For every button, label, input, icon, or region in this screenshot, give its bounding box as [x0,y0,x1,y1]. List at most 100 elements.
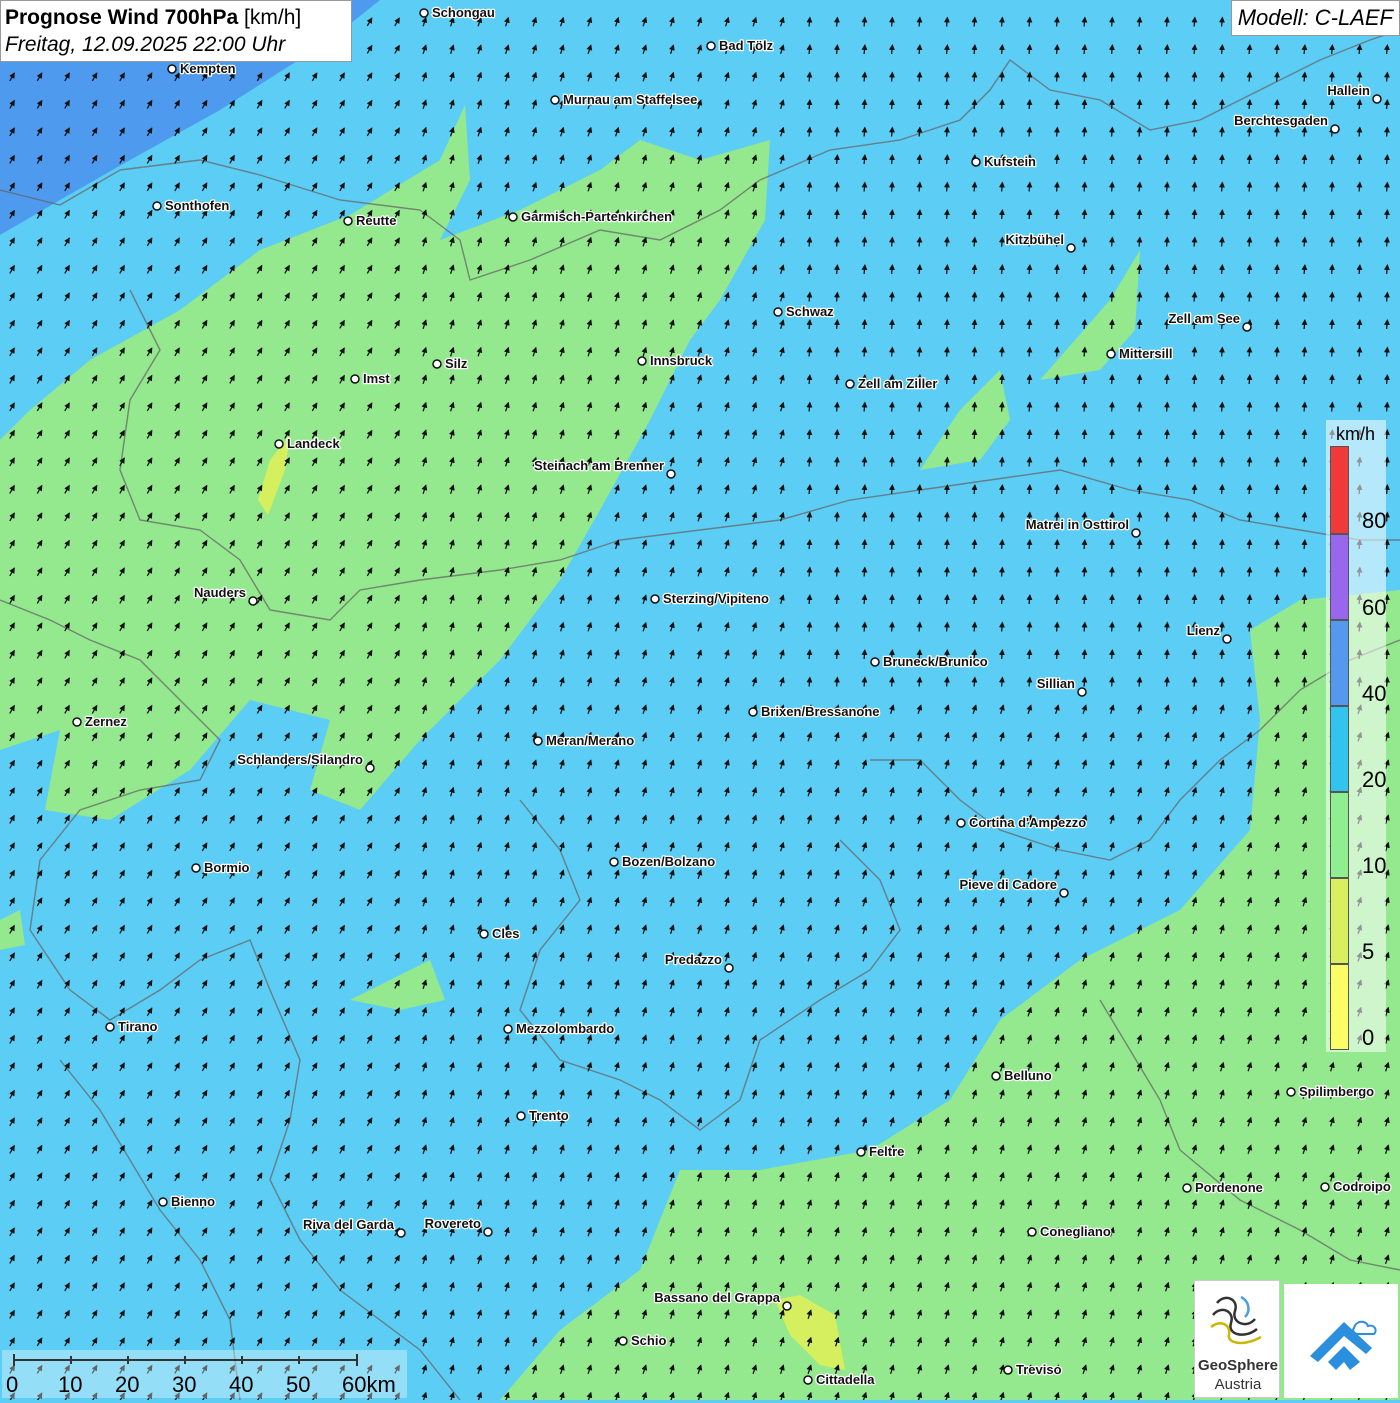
wind-arrow [833,539,840,550]
wind-arrow [916,154,923,165]
app-logo[interactable] [1284,1284,1398,1398]
city-dot [1330,124,1340,134]
wind-arrow [1026,126,1033,137]
wind-arrow [861,291,868,302]
wind-arrow [1191,71,1198,82]
city-dot [158,1197,168,1207]
wind-arrow [916,594,923,605]
wind-arrow [1218,346,1225,357]
wind-arrow [1026,71,1033,82]
wind-arrow [1053,346,1060,357]
wind-arrow [1273,181,1280,192]
wind-arrow [1136,401,1143,412]
wind-arrow [806,44,813,55]
city-label: Reutte [356,213,396,228]
wind-arrow [1383,209,1390,220]
wind-arrow [1273,401,1280,412]
wind-arrow [1081,594,1088,605]
wind-arrow [806,539,813,550]
city-dot [1106,349,1116,359]
wind-arrow [971,16,978,27]
wind-arrow [1301,594,1308,605]
wind-arrow [943,456,950,467]
wind-arrow [861,429,868,440]
scale-label: 10 [58,1372,83,1397]
legend-label: 20 [1362,767,1387,792]
wind-arrow [806,71,813,82]
wind-arrow [1246,676,1253,687]
wind-arrow [916,181,923,192]
wind-arrow [1218,126,1225,137]
wind-arrow [1026,676,1033,687]
wind-arrow [1301,649,1308,660]
wind-arrow [1081,71,1088,82]
wind-arrow [1026,209,1033,220]
wind-arrow [1163,676,1170,687]
wind-arrow [971,181,978,192]
wind-arrow [1053,566,1060,577]
wind-arrow [888,16,895,27]
wind-arrow [943,429,950,440]
wind-arrow [888,456,895,467]
wind-arrow [1053,374,1060,385]
wind-arrow [833,346,840,357]
wind-arrow [971,44,978,55]
wind-arrow [888,264,895,275]
wind-arrow [1163,594,1170,605]
wind-arrow [1136,126,1143,137]
wind-arrow [1081,319,1088,330]
wind-arrow [833,44,840,55]
wind-arrow [971,621,978,632]
legend-swatch-20 [1330,706,1349,792]
wind-arrow [806,429,813,440]
city-marker: Bruneck/Brunico [870,653,989,670]
wind-arrow [1108,676,1115,687]
wind-arrow [861,99,868,110]
wind-arrow [943,126,950,137]
wind-arrow [1026,99,1033,110]
wind-arrow [1191,346,1198,357]
wind-arrow [1301,511,1308,522]
wind-arrow [888,676,895,687]
wind-arrow [1383,291,1390,302]
wind-arrow [1328,401,1335,412]
wind-arrow [1328,181,1335,192]
wind-arrow [806,566,813,577]
city-dot [845,379,855,389]
wind-arrow [1163,264,1170,275]
city-dot [1077,687,1087,697]
wind-arrow [1163,291,1170,302]
wind-arrow [1108,649,1115,660]
wind-arrow [1218,539,1225,550]
wind-arrow [1383,484,1390,495]
wind-arrow [1026,346,1033,357]
wind-arrow [1108,566,1115,577]
wind-arrow [971,71,978,82]
city-label: Murnau am Staffelsee [563,92,697,107]
city-dot [1372,94,1382,104]
wind-arrow [1273,126,1280,137]
wind-arrow [943,594,950,605]
geosphere-logo[interactable]: GeoSphere Austria [1194,1280,1280,1398]
scale-bar: 0 10 20 30 40 50 60km [2,1350,407,1398]
wind-arrow [1273,511,1280,522]
wind-arrow [1301,374,1308,385]
wind-arrow [1301,621,1308,632]
city-label: Bormio [204,860,250,875]
scale-label: 50 [286,1372,311,1397]
wind-arrow [998,99,1005,110]
wind-arrow [833,649,840,660]
wind-arrow [1273,484,1280,495]
wind-arrow [1136,484,1143,495]
legend-label: 0 [1362,1025,1375,1050]
wind-arrow [1218,374,1225,385]
city-label: Bassano del Grappa [654,1290,780,1305]
wind-arrow [998,291,1005,302]
wind-arrow [1356,264,1363,275]
wind-arrow [1026,44,1033,55]
city-label: Schio [631,1333,666,1348]
legend-label: 80 [1362,508,1387,533]
wind-arrow [861,484,868,495]
wind-arrow [1081,456,1088,467]
wind-arrow [1191,484,1198,495]
